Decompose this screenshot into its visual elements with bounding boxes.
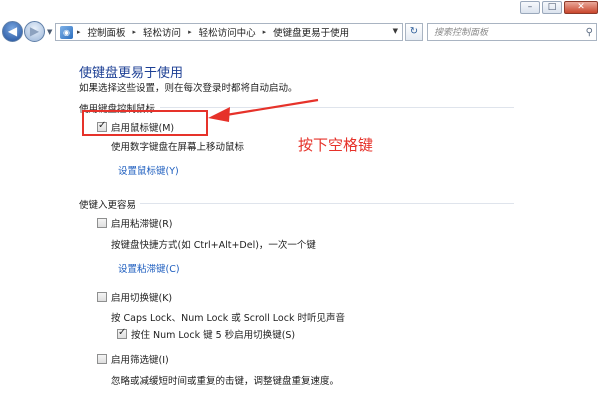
close-button[interactable]: ✕ — [564, 1, 598, 14]
search-icon[interactable]: ⚲ — [586, 25, 593, 41]
forward-button[interactable]: ▶ — [24, 21, 45, 42]
control-panel-icon: ◉ — [60, 25, 73, 39]
breadcrumb-separator-icon[interactable]: ▸ — [77, 28, 81, 36]
content-pane: 使键盘更易于使用 如果选择这些设置，则在每次登录时都将自动启动。 使用键盘控制鼠… — [0, 46, 602, 407]
refresh-button[interactable]: ↻ — [405, 23, 423, 41]
back-button[interactable]: ◀ — [2, 21, 23, 42]
recent-pages-dropdown-icon[interactable]: ▼ — [47, 28, 52, 36]
breadcrumb-current-page[interactable]: 使键盘更易于使用 — [273, 25, 349, 39]
breadcrumb-separator-icon[interactable]: ▸ — [263, 28, 267, 36]
minimize-button[interactable]: – — [520, 1, 540, 14]
scrollbar[interactable] — [598, 46, 602, 407]
search-input[interactable]: 搜索控制面板 ⚲ — [427, 23, 597, 41]
navigation-bar: ◀ ▶ ▼ ◉ ▸ 控制面板 ▸ 轻松访问 ▸ 轻松访问中心 ▸ 使键盘更易于使… — [0, 16, 602, 46]
title-bar: – □ ✕ — [0, 0, 602, 16]
breadcrumb-control-panel[interactable]: 控制面板 — [88, 25, 126, 39]
breadcrumb-ease-of-access-center[interactable]: 轻松访问中心 — [199, 25, 256, 39]
search-placeholder: 搜索控制面板 — [434, 27, 489, 37]
breadcrumb-separator-icon[interactable]: ▸ — [133, 28, 137, 36]
annotation-text: 按下空格键 — [298, 136, 374, 154]
maximize-button[interactable]: □ — [542, 1, 562, 14]
annotation-arrow-icon — [208, 98, 319, 122]
window-controls: – □ ✕ — [520, 1, 598, 14]
breadcrumb-ease-of-access[interactable]: 轻松访问 — [143, 25, 181, 39]
address-dropdown-icon[interactable]: ▼ — [393, 27, 398, 35]
breadcrumb-separator-icon[interactable]: ▸ — [188, 28, 192, 36]
address-bar[interactable]: ◉ ▸ 控制面板 ▸ 轻松访问 ▸ 轻松访问中心 ▸ 使键盘更易于使用 ▼ — [55, 23, 403, 41]
